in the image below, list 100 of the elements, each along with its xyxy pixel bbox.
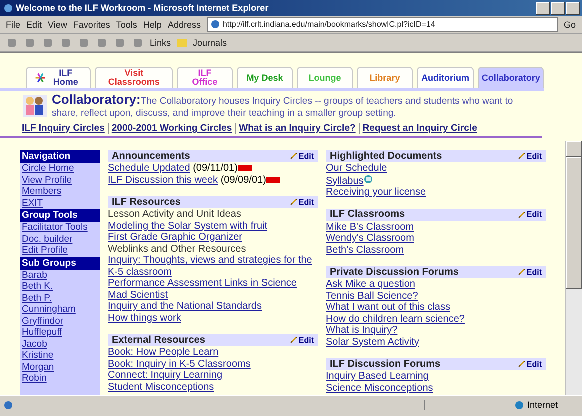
- page-icon: [210, 20, 220, 29]
- sidebar-link[interactable]: Jacob: [20, 338, 100, 350]
- link[interactable]: Receiving your license: [326, 187, 426, 198]
- menu-item[interactable]: Favorites: [73, 20, 110, 30]
- link[interactable]: Inquiry: Thoughts, views and strategies for the K-5 classroom: [108, 255, 318, 278]
- menu-item[interactable]: View: [48, 20, 68, 30]
- sidebar-link[interactable]: Barab: [20, 270, 100, 281]
- item-date: (09/09/01): [220, 174, 266, 186]
- sidebar-link[interactable]: Robin: [20, 373, 100, 384]
- people-drawing: [22, 94, 48, 118]
- sidebar-link[interactable]: View Profile: [20, 174, 100, 186]
- link[interactable]: Schedule Updated: [108, 163, 190, 174]
- close-button[interactable]: [566, 2, 580, 14]
- edit-link[interactable]: Edit: [518, 360, 542, 368]
- edit-link[interactable]: Edit: [290, 198, 314, 206]
- link[interactable]: Ask Mike a question: [326, 279, 416, 290]
- toolbar-icon[interactable]: [60, 36, 72, 48]
- tab[interactable]: ILF Office: [176, 67, 233, 88]
- links-label: Links: [150, 38, 172, 48]
- maximize-button[interactable]: [551, 2, 565, 14]
- tab[interactable]: Auditorium: [416, 67, 474, 88]
- sidebar-link[interactable]: EXIT: [20, 198, 100, 209]
- minimize-button[interactable]: [536, 2, 550, 14]
- link[interactable]: How do children learn science?: [326, 314, 465, 325]
- pencil-icon: [290, 152, 298, 160]
- pencil-icon: [518, 210, 526, 218]
- link[interactable]: Book: Inquiry in K-5 Classrooms: [108, 358, 251, 370]
- tab[interactable]: ILF Home: [26, 67, 92, 88]
- status-zone: Internet: [527, 400, 558, 410]
- sidebar-link[interactable]: Members: [20, 186, 100, 198]
- sidebar-link[interactable]: Facilitator Tools: [20, 222, 100, 234]
- link[interactable]: What is Inquiry?: [326, 325, 398, 336]
- toolbar-icon[interactable]: [96, 36, 108, 48]
- sidebar-link[interactable]: Edit Profile: [20, 245, 100, 256]
- edit-link[interactable]: Edit: [518, 210, 542, 219]
- folder-icon: [177, 38, 188, 46]
- link[interactable]: Science Misconceptions: [326, 382, 434, 394]
- menu-item[interactable]: File: [6, 20, 21, 30]
- link[interactable]: Beth's Classroom: [326, 244, 404, 256]
- sidebar-link[interactable]: Doc. builder: [20, 234, 100, 245]
- edit-link[interactable]: Edit: [290, 336, 314, 344]
- menu-item[interactable]: Tools: [116, 20, 138, 30]
- nav-link[interactable]: ILF Inquiry Circles: [22, 123, 105, 134]
- item-date: (09/11/01): [192, 163, 238, 174]
- link[interactable]: Inquiry and the National Standards: [108, 301, 262, 312]
- link[interactable]: Our Schedule: [326, 163, 388, 174]
- globe-icon: [515, 400, 524, 410]
- menu-item[interactable]: Help: [143, 20, 162, 30]
- sidebar-link[interactable]: Beth P.: [20, 292, 100, 304]
- sidebar-link[interactable]: Gryffindor: [20, 316, 100, 327]
- link[interactable]: ILF Discussion this week: [108, 174, 218, 186]
- tab[interactable]: Collaboratory: [478, 67, 544, 88]
- sidebar-link[interactable]: Beth K.: [20, 281, 100, 292]
- nav-link[interactable]: What is an Inquiry Circle?: [235, 123, 356, 134]
- edit-link[interactable]: Edit: [518, 152, 542, 160]
- link[interactable]: Syllabus: [326, 176, 364, 187]
- toolbar-icon[interactable]: [24, 36, 36, 48]
- section-title: Private Discussion Forums: [330, 266, 459, 278]
- section-title: ILF Classrooms: [330, 209, 406, 220]
- link[interactable]: What I want out of this class: [326, 302, 450, 314]
- go-button[interactable]: Go: [564, 20, 576, 30]
- toolbar-icon[interactable]: [132, 36, 144, 48]
- sidebar-link[interactable]: Circle Home: [20, 163, 100, 174]
- link[interactable]: Modeling the Solar System with fruit: [108, 220, 268, 232]
- nav-link[interactable]: 2000-2001 Working Circles: [108, 123, 232, 134]
- scrollbar[interactable]: [565, 141, 582, 395]
- link[interactable]: Book: How People Learn: [108, 347, 219, 358]
- toolbar-icon[interactable]: [6, 36, 18, 48]
- pencil-icon: [518, 152, 526, 160]
- link[interactable]: Mike B's Classroom: [326, 222, 414, 233]
- link[interactable]: Solar System Activity: [326, 336, 420, 348]
- link[interactable]: First Grade Graphic Organizer: [108, 232, 242, 244]
- address-field[interactable]: http://ilf.crlt.indiana.edu/main/bookmarks/showIC.pl?icID=14: [206, 17, 558, 32]
- sidebar-link[interactable]: Kristine: [20, 350, 100, 362]
- link[interactable]: How things work: [108, 312, 182, 324]
- description: Collaboratory:The Collaboratory houses Inquiry Circles -- groups of teachers and students who want to share, reflect upon, discuss, and improve their teaching in a smaller group setting.: [52, 94, 514, 120]
- link[interactable]: Performance Assessment Links in Science: [108, 278, 297, 290]
- window-title: Welcome to the ILF Workroom - Microsoft Internet Explorer: [16, 3, 269, 13]
- edit-link[interactable]: Edit: [290, 152, 314, 160]
- link[interactable]: Inquiry Based Learning: [326, 371, 429, 382]
- link[interactable]: Connect: Inquiry Learning: [108, 370, 223, 382]
- toolbar-icon[interactable]: [78, 36, 90, 48]
- nav-link[interactable]: Request an Inquiry Circle: [358, 123, 478, 134]
- link[interactable]: Student Misconceptions: [108, 382, 214, 393]
- section-title: ILF Resources: [112, 196, 181, 208]
- link[interactable]: Wendy's Classroom: [326, 233, 414, 244]
- links-item[interactable]: Journals: [193, 38, 228, 48]
- section-title: External Resources: [112, 334, 206, 346]
- sidebar-heading: Group Tools: [20, 209, 100, 222]
- tab[interactable]: Visit Classrooms: [95, 67, 173, 88]
- section-title: Highlighted Documents: [330, 150, 442, 162]
- link[interactable]: Mad Scientist: [108, 290, 168, 301]
- sidebar-link[interactable]: Cunningham: [20, 304, 100, 316]
- sidebar-link[interactable]: Hufflepuff: [20, 327, 100, 338]
- sidebar-link[interactable]: Morgan: [20, 362, 100, 373]
- link[interactable]: Tennis Ball Science?: [326, 290, 418, 302]
- toolbar-icon[interactable]: [114, 36, 126, 48]
- edit-link[interactable]: Edit: [518, 268, 542, 276]
- toolbar-icon[interactable]: [42, 36, 54, 48]
- menu-item[interactable]: Edit: [26, 20, 42, 30]
